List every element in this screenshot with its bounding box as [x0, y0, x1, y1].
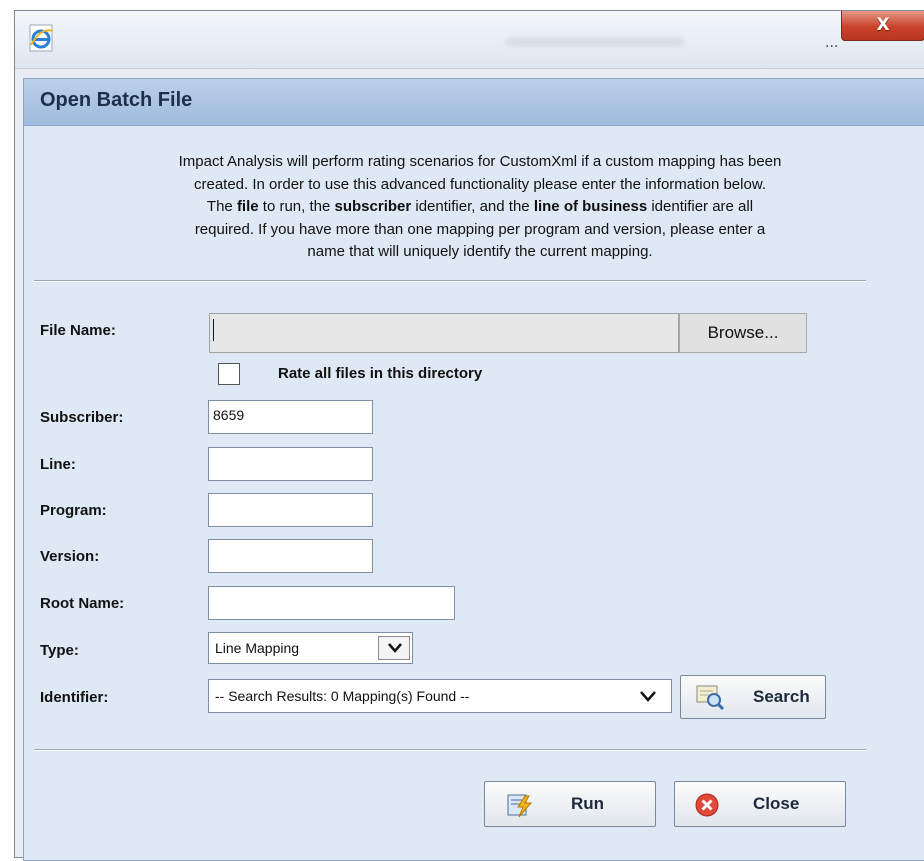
description-line-2: created. In order to use this advanced f… [193, 175, 766, 193]
top-divider [34, 280, 866, 282]
window-close-button[interactable]: X [841, 11, 924, 41]
file-name-label: File Name: [40, 322, 116, 339]
chevron-down-icon [640, 691, 656, 702]
window-titlebar: ... X [15, 11, 924, 69]
run-button[interactable]: Run [484, 781, 656, 827]
bottom-divider [34, 749, 866, 751]
search-icon [696, 685, 725, 710]
open-batch-file-panel: Open Batch File Impact Analysis will per… [23, 78, 924, 861]
type-label: Type: [40, 642, 79, 659]
run-icon [507, 794, 533, 818]
identifier-select[interactable]: -- Search Results: 0 Mapping(s) Found -- [208, 679, 672, 713]
browse-button[interactable]: Browse... [679, 313, 807, 353]
dropdown-arrow-icon [378, 636, 410, 660]
description-line-5: name that will uniquely identify the cur… [307, 243, 653, 260]
version-input[interactable] [208, 539, 373, 573]
panel-header: Open Batch File [24, 79, 924, 126]
panel-title: Open Batch File [40, 89, 193, 111]
type-select-value: Line Mapping [215, 640, 300, 656]
close-circle-icon [695, 793, 719, 817]
close-button-label: Close [753, 794, 800, 813]
description-line-4: required. If you have more than one mapp… [194, 220, 766, 238]
line-input[interactable] [208, 447, 373, 481]
line-label: Line: [40, 456, 76, 473]
title-ellipsis: ... [825, 35, 839, 51]
window-url-blurred [505, 37, 685, 47]
dialog-window: ... X Open Batch File Impact Analysis wi… [14, 10, 924, 861]
program-label: Program: [40, 502, 107, 519]
root-name-input[interactable] [208, 586, 455, 620]
file-name-input[interactable] [209, 313, 679, 353]
text-caret [213, 319, 214, 341]
ie-icon [29, 24, 54, 52]
subscriber-label: Subscriber: [40, 409, 124, 426]
subscriber-input[interactable]: 8659 [208, 400, 373, 434]
type-select[interactable]: Line Mapping [208, 632, 413, 664]
description-text: Impact Analysis will perform rating scen… [44, 151, 916, 264]
root-name-label: Root Name: [40, 595, 125, 612]
program-input[interactable] [208, 493, 373, 527]
rate-all-label: Rate all files in this directory [278, 365, 483, 382]
version-label: Version: [40, 548, 100, 565]
run-button-label: Run [571, 794, 605, 813]
close-x-icon: X [876, 15, 890, 35]
rate-all-checkbox[interactable] [218, 363, 240, 385]
identifier-label: Identifier: [40, 689, 109, 706]
identifier-select-value: -- Search Results: 0 Mapping(s) Found -- [215, 688, 470, 704]
description-line-1: Impact Analysis will perform rating scen… [178, 153, 782, 170]
search-button[interactable]: Search [680, 675, 826, 719]
description-line-3: The file to run, the subscriber identifi… [206, 198, 754, 215]
search-button-label: Search [753, 687, 810, 706]
close-button[interactable]: Close [674, 781, 846, 827]
